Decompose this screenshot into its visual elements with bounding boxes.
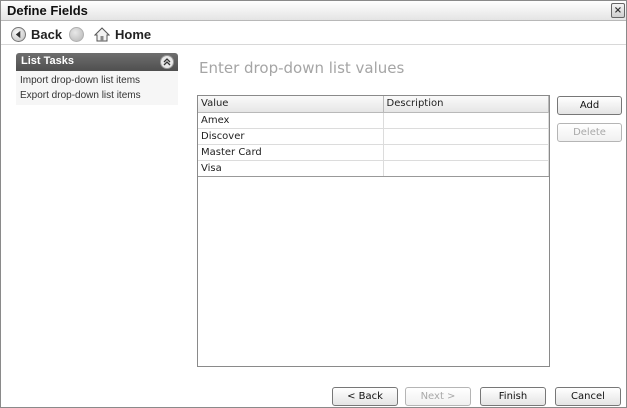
- column-header-value[interactable]: Value: [198, 96, 384, 113]
- cancel-button[interactable]: Cancel: [555, 387, 621, 406]
- sidebar-title: List Tasks: [21, 55, 74, 67]
- cell-description[interactable]: [383, 128, 549, 145]
- values-grid[interactable]: Value Description Amex Discover Master C…: [197, 95, 550, 367]
- back-nav-label: Back: [31, 26, 63, 42]
- sidebar-item-import[interactable]: Import drop-down list items: [16, 73, 178, 88]
- values-table: Value Description Amex Discover Master C…: [198, 96, 549, 177]
- cell-value[interactable]: Visa: [198, 160, 384, 177]
- close-icon[interactable]: ×: [611, 3, 625, 18]
- table-row[interactable]: Master Card: [198, 144, 549, 161]
- table-header-row: Value Description: [198, 96, 549, 113]
- back-arrow-icon: [11, 26, 26, 42]
- cell-description[interactable]: [383, 112, 549, 129]
- cell-value[interactable]: Master Card: [198, 144, 384, 161]
- sidebar: List Tasks Import drop-down list items E…: [16, 53, 178, 105]
- back-nav-button[interactable]: Back: [11, 25, 62, 43]
- table-row[interactable]: Discover: [198, 128, 549, 145]
- navigation-bar: Back Home: [1, 22, 626, 45]
- window-title: Define Fields: [7, 3, 88, 18]
- title-bar: Define Fields ×: [1, 1, 626, 21]
- sidebar-task-list: Import drop-down list items Export drop-…: [16, 71, 178, 105]
- back-button[interactable]: < Back: [332, 387, 398, 406]
- home-nav-label: Home: [115, 26, 152, 42]
- table-row[interactable]: Amex: [198, 112, 549, 129]
- delete-button[interactable]: Delete: [557, 123, 622, 142]
- finish-button[interactable]: Finish: [480, 387, 546, 406]
- cell-description[interactable]: [383, 160, 549, 177]
- column-header-description[interactable]: Description: [382, 96, 549, 113]
- sidebar-header: List Tasks: [16, 53, 178, 71]
- forward-arrow-icon[interactable]: [69, 27, 84, 42]
- define-fields-window: Define Fields × Back Home List Tasks Imp…: [0, 0, 627, 408]
- add-button[interactable]: Add: [557, 96, 622, 115]
- home-icon: [94, 26, 110, 42]
- cell-value[interactable]: Discover: [198, 128, 384, 145]
- table-row[interactable]: Visa: [198, 160, 549, 177]
- page-title: Enter drop-down list values: [199, 59, 405, 77]
- chevron-up-double-icon[interactable]: [160, 55, 174, 69]
- cell-description[interactable]: [383, 144, 549, 161]
- cell-value[interactable]: Amex: [198, 112, 384, 129]
- home-nav-button[interactable]: Home: [94, 25, 151, 43]
- sidebar-item-export[interactable]: Export drop-down list items: [16, 88, 178, 103]
- next-button[interactable]: Next >: [405, 387, 471, 406]
